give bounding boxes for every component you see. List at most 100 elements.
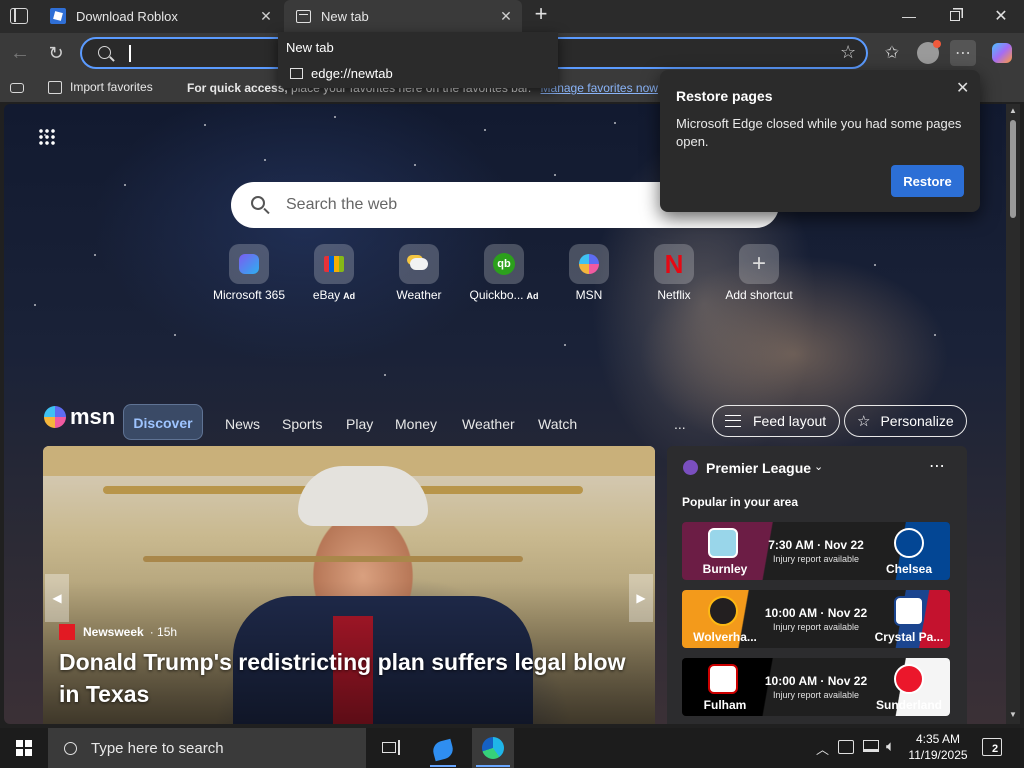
profile-avatar[interactable] [916, 40, 941, 65]
hero-story-card[interactable]: ◀ ▶ Newsweek · 15h Donald Trump's redist… [43, 446, 655, 724]
plus-icon: + [739, 244, 779, 284]
tab-new-tab[interactable]: New tab ✕ [284, 0, 522, 32]
carousel-next-button[interactable]: ▶ [629, 574, 653, 622]
shortcut-microsoft-365[interactable]: Microsoft 365 [207, 244, 291, 302]
settings-more-icon[interactable]: ⋯ [950, 40, 976, 66]
match-row[interactable]: Wolverha... 10:00 AM · Nov 22 Injury rep… [682, 590, 950, 648]
close-window-button[interactable]: ✕ [978, 0, 1024, 32]
premier-league-title[interactable]: Premier League [706, 460, 811, 476]
carousel-prev-button[interactable]: ◀ [45, 574, 69, 622]
tab-play[interactable]: Play [346, 406, 373, 442]
clock[interactable]: 4:35 AM 11/19/2025 [906, 731, 970, 763]
clock-date: 11/19/2025 [908, 748, 968, 762]
apps-launcher-icon[interactable] [38, 128, 56, 146]
edge-taskbar-icon[interactable] [472, 728, 514, 768]
network-icon[interactable] [863, 740, 879, 752]
chevron-down-icon[interactable]: ⌄ [814, 460, 823, 473]
match-row[interactable]: Burnley 7:30 AM · Nov 22 Injury report a… [682, 522, 950, 580]
manage-favorites-link[interactable]: Manage favorites now [541, 81, 658, 95]
favorite-star-icon[interactable]: ☆ [840, 42, 856, 63]
refresh-icon[interactable]: ↻ [44, 41, 68, 65]
taskbar-search-box[interactable]: Type here to search [48, 728, 366, 768]
tab-title: Download Roblox [76, 8, 178, 24]
restore-button[interactable]: Restore [891, 165, 964, 197]
tab-title: New tab [321, 8, 369, 24]
start-button[interactable] [0, 728, 48, 768]
tab-money[interactable]: Money [395, 406, 437, 442]
match-row[interactable]: Fulham 10:00 AM · Nov 22 Injury report a… [682, 658, 950, 716]
shortcut-netflix[interactable]: N Netflix [632, 244, 716, 302]
msn-icon [569, 244, 609, 284]
notifications-button[interactable]: 2 [982, 738, 1002, 756]
microsoft-365-icon [229, 244, 269, 284]
new-tab-button[interactable]: + [530, 3, 552, 26]
tab-strip: Download Roblox ✕ New tab ✕ + — ✕ [0, 0, 1024, 33]
crystal-palace-crest-icon [894, 596, 924, 626]
back-icon[interactable]: ← [8, 41, 32, 65]
story-headline[interactable]: Donald Trump's redistricting plan suffer… [59, 646, 639, 710]
scrollbar-thumb[interactable] [1010, 120, 1016, 218]
close-dialog-icon[interactable]: ✕ [956, 78, 969, 98]
roblox-favicon-icon [50, 8, 66, 24]
msn-nav-bar: msn Discover News Sports Play Money Weat… [32, 396, 992, 448]
tab-organizer-icon[interactable] [10, 83, 24, 93]
weather-icon [399, 244, 439, 284]
favorites-icon[interactable]: ✩ [880, 41, 904, 65]
security-tray-icon[interactable] [838, 740, 854, 754]
windows-logo-icon [16, 740, 32, 756]
task-view-icon[interactable] [380, 738, 402, 758]
add-shortcut-button[interactable]: + Add shortcut [717, 244, 801, 302]
tab-sports[interactable]: Sports [282, 406, 322, 442]
search-icon [64, 741, 77, 755]
close-tab-icon[interactable]: ✕ [498, 8, 514, 24]
tab-weather[interactable]: Weather [462, 406, 515, 442]
wolves-crest-icon [708, 596, 738, 626]
taskbar: Type here to search ︿ 🔈︎ 4:35 AM 11/19/2… [0, 728, 1024, 768]
sparkle-icon: ☆ [857, 413, 871, 430]
scroll-down-arrow-icon[interactable]: ▼ [1009, 710, 1017, 719]
scroll-up-arrow-icon[interactable]: ▲ [1009, 106, 1017, 115]
shortcut-ebay[interactable]: eBay Ad [292, 244, 376, 302]
import-favorites-button[interactable]: Import favorites [48, 80, 153, 94]
close-tab-icon[interactable]: ✕ [258, 8, 274, 24]
tab-preview-flyout: New tab edge://newtab [278, 32, 558, 88]
tab-watch[interactable]: Watch [538, 406, 577, 442]
quickbooks-icon: qb [484, 244, 524, 284]
tab-download-roblox[interactable]: Download Roblox ✕ [38, 0, 282, 32]
shortcut-weather[interactable]: Weather [377, 244, 461, 302]
tab-actions-icon[interactable] [10, 8, 28, 24]
notification-count-badge: 2 [991, 743, 1000, 755]
swift-app-icon[interactable] [426, 732, 460, 768]
volume-muted-icon[interactable]: 🔈︎ [886, 738, 895, 755]
restore-window-button[interactable] [932, 0, 978, 32]
popular-subtitle: Popular in your area [682, 495, 799, 509]
page-scrollbar[interactable]: ▲ ▼ [1006, 104, 1020, 724]
feed-layout-button[interactable]: Feed layout [712, 405, 840, 437]
tab-discover[interactable]: Discover [123, 404, 203, 440]
fulham-crest-icon [708, 664, 738, 694]
new-tab-favicon-icon [290, 68, 303, 79]
shortcut-msn[interactable]: MSN [547, 244, 631, 302]
search-placeholder: Search the web [286, 196, 398, 213]
sunderland-crest-icon [894, 664, 924, 694]
premier-league-logo-icon [683, 460, 698, 475]
newsweek-logo-icon [59, 624, 75, 640]
restore-pages-dialog: Restore pages ✕ Microsoft Edge closed wh… [660, 70, 980, 212]
card-more-icon[interactable]: ⋯ [929, 456, 945, 476]
more-tabs-button[interactable]: ... [674, 406, 686, 442]
minimize-button[interactable]: — [886, 0, 932, 32]
msn-butterfly-icon [44, 406, 66, 428]
sliders-icon [725, 415, 741, 427]
tab-news[interactable]: News [225, 406, 260, 442]
msn-logo[interactable]: msn [44, 404, 115, 430]
personalize-button[interactable]: ☆ Personalize [844, 405, 967, 437]
copilot-icon[interactable] [990, 41, 1014, 65]
import-favorites-label: Import favorites [70, 80, 153, 94]
tab-preview-title: New tab [286, 40, 334, 55]
text-cursor [129, 45, 131, 62]
tab-preview-url: edge://newtab [290, 66, 393, 81]
burnley-crest-icon [708, 528, 738, 558]
clock-time: 4:35 AM [915, 732, 961, 746]
shortcut-quickbooks[interactable]: qb Quickbo... Ad [462, 244, 546, 302]
show-hidden-icons-chevron-icon[interactable]: ︿ [816, 739, 829, 758]
